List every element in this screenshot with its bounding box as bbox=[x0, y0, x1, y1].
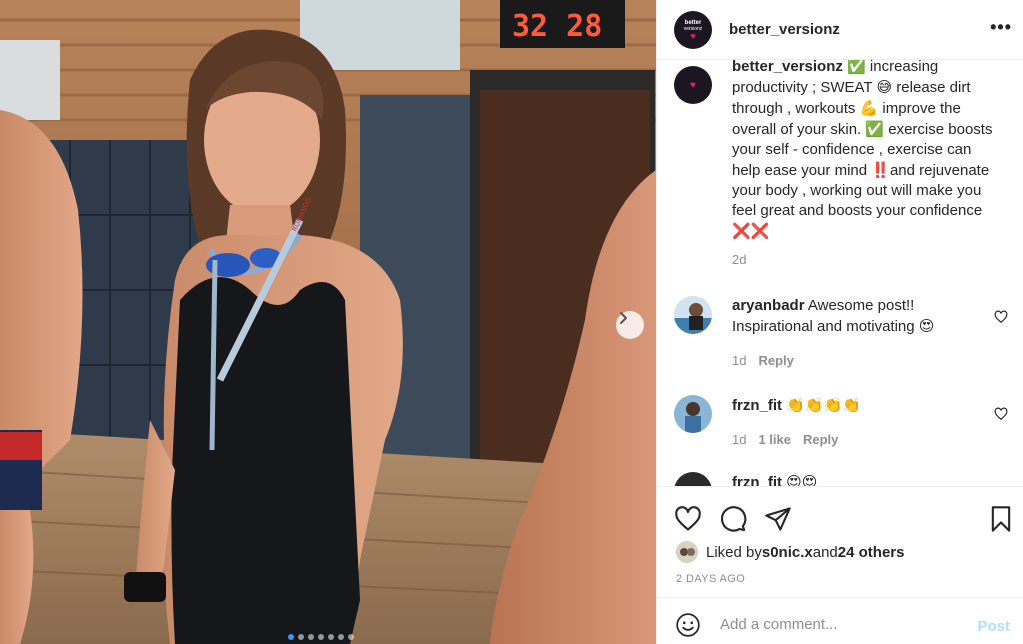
comment-username[interactable]: frzn_fit bbox=[732, 474, 782, 486]
caption-username[interactable]: better_versionz bbox=[732, 60, 843, 75]
likes-prefix: Liked by bbox=[706, 543, 762, 561]
avatar-photo bbox=[674, 296, 712, 334]
comment-body: aryanbadr Awesome post!! Inspirational a… bbox=[732, 296, 1002, 371]
likes-others-count[interactable]: 24 others bbox=[838, 544, 905, 561]
add-comment-bar: Post bbox=[657, 597, 1023, 644]
like-comment-heart-icon[interactable] bbox=[994, 407, 1008, 421]
caption-time[interactable]: 2d bbox=[732, 252, 746, 267]
commenter-avatar[interactable] bbox=[674, 296, 712, 334]
avatar-photo bbox=[674, 395, 712, 433]
comment-input[interactable] bbox=[720, 610, 960, 638]
comment-time[interactable]: 1d bbox=[732, 353, 746, 368]
heart-eyes-emoji: 😍 bbox=[918, 317, 935, 335]
carousel-dot bbox=[348, 634, 354, 640]
check-emoji: ✅ bbox=[865, 120, 885, 138]
cross-mark-emoji: ❌❌ bbox=[732, 222, 770, 240]
caption-line: help ease your mind bbox=[732, 162, 872, 179]
post-header: better versionz ♥ better_versionz ••• bbox=[657, 0, 1023, 60]
flexed-bicep-emoji: 💪 bbox=[859, 99, 879, 117]
caption-text: better_versionz ✅ increasing productivit… bbox=[732, 60, 1002, 270]
likes-summary[interactable]: Liked by s0nic.x and 24 others bbox=[676, 541, 904, 563]
comment-body: frzn_fit 👏👏👏👏 1d 1 like Reply bbox=[732, 395, 1002, 450]
liker-username[interactable]: s0nic.x bbox=[762, 544, 813, 561]
photo-illustration: 32 28 ROMANOS bbox=[0, 0, 656, 644]
share-icon[interactable] bbox=[764, 505, 792, 533]
carousel-dot bbox=[298, 634, 304, 640]
reply-button[interactable]: Reply bbox=[758, 353, 793, 368]
comment-text: Inspirational and motivating bbox=[732, 318, 919, 335]
comment-likes[interactable]: 1 like bbox=[758, 432, 791, 447]
comment-text: Awesome post!! bbox=[807, 297, 915, 314]
caption-line: productivity ; SWEAT bbox=[732, 79, 877, 96]
likes-and: and bbox=[812, 543, 838, 561]
carousel-dot bbox=[308, 634, 314, 640]
comment-username[interactable]: aryanbadr bbox=[732, 297, 805, 314]
chevron-right-icon bbox=[620, 312, 627, 324]
caption-line: increasing bbox=[865, 60, 939, 75]
caption-avatar[interactable]: ♥ bbox=[674, 66, 712, 104]
caption-line: release dirt bbox=[892, 79, 971, 96]
heart-logo-icon: ♥ bbox=[690, 30, 696, 41]
author-username[interactable]: better_versionz bbox=[729, 21, 840, 38]
sweat-smile-emoji: 😅 bbox=[876, 78, 893, 96]
check-emoji: ✅ bbox=[847, 60, 866, 75]
caption-line: and rejuvenate bbox=[889, 162, 990, 179]
caption-line: overall of your skin. bbox=[732, 121, 866, 138]
liker-avatar bbox=[676, 541, 698, 563]
carousel-dot bbox=[338, 634, 344, 640]
caption-line: feel great and boosts your confidence bbox=[732, 202, 983, 219]
comment-icon[interactable] bbox=[719, 505, 747, 533]
commenter-avatar[interactable] bbox=[674, 395, 712, 433]
commenter-avatar[interactable] bbox=[674, 472, 712, 486]
caption-line: your body , working out will make you bbox=[732, 182, 982, 199]
carousel-indicator bbox=[288, 634, 354, 640]
reply-button[interactable]: Reply bbox=[803, 432, 838, 447]
post-photo[interactable]: 32 28 ROMANOS bbox=[0, 0, 656, 644]
double-exclamation-emoji: ‼️ bbox=[871, 161, 890, 179]
caption-line: improve the bbox=[878, 100, 961, 117]
like-comment-heart-icon[interactable] bbox=[994, 310, 1008, 324]
caption-line: through , workouts bbox=[732, 100, 860, 117]
more-options-icon[interactable]: ••• bbox=[990, 18, 1012, 36]
carousel-dot bbox=[288, 634, 294, 640]
carousel-dot bbox=[318, 634, 324, 640]
bookmark-icon[interactable] bbox=[987, 505, 1015, 533]
clapping-hands-emoji: 👏👏👏👏 bbox=[786, 396, 861, 414]
heart-eyes-emoji: 😍😍 bbox=[786, 473, 818, 486]
comment-time[interactable]: 1d bbox=[732, 432, 746, 447]
heart-logo-icon: ♥ bbox=[690, 79, 696, 91]
author-avatar[interactable]: better versionz ♥ bbox=[674, 10, 712, 49]
next-slide-button[interactable] bbox=[616, 311, 644, 339]
like-heart-icon[interactable] bbox=[674, 505, 702, 533]
scoreboard-text: 32 28 bbox=[512, 9, 602, 44]
post-actions: Liked by s0nic.x and 24 others 2 DAYS AG… bbox=[657, 486, 1023, 644]
post-date[interactable]: 2 DAYS AGO bbox=[676, 573, 745, 585]
post-side-panel: better versionz ♥ better_versionz ••• ♥ … bbox=[656, 0, 1023, 644]
emoji-picker-icon[interactable] bbox=[675, 612, 701, 638]
caption-line: exercise boosts bbox=[884, 121, 993, 138]
caption-line: your self - confidence , exercise can bbox=[732, 141, 972, 158]
comments-list[interactable]: ♥ better_versionz ✅ increasing productiv… bbox=[657, 60, 1023, 486]
post-comment-button[interactable]: Post bbox=[977, 618, 1010, 635]
carousel-dot bbox=[328, 634, 334, 640]
comment-body: frzn_fit 😍😍 bbox=[732, 472, 1002, 486]
comment-username[interactable]: frzn_fit bbox=[732, 397, 782, 414]
